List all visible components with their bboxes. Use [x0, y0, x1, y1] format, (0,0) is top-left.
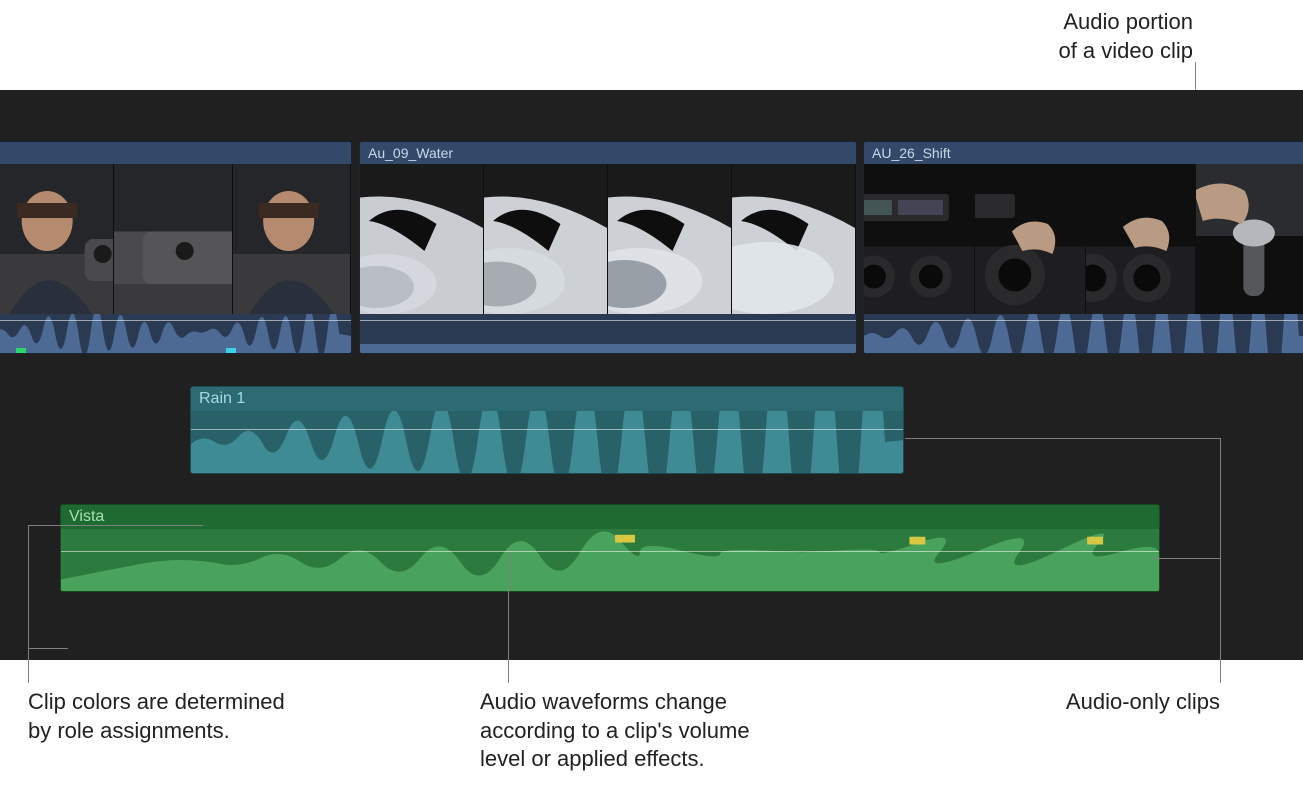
thumbnail	[608, 164, 732, 314]
clip-audio-waveform[interactable]	[61, 529, 1159, 591]
audio-marker[interactable]	[16, 348, 26, 354]
callout-text: Audio portion	[1063, 9, 1193, 34]
thumbnail	[114, 164, 232, 314]
clip-label	[0, 142, 351, 164]
clip-audio-waveform[interactable]	[0, 314, 351, 354]
callout-text: Clip colors are determined	[28, 689, 285, 714]
audio-marker[interactable]	[226, 348, 236, 354]
video-clip[interactable]	[0, 141, 352, 354]
video-thumbnails	[360, 164, 856, 314]
volume-level-line[interactable]	[0, 320, 351, 321]
clip-audio-waveform[interactable]	[360, 314, 856, 354]
thumbnail	[1196, 164, 1303, 314]
clip-audio-waveform[interactable]	[191, 411, 903, 473]
leader-line	[1220, 438, 1221, 683]
clip-audio-waveform[interactable]	[864, 314, 1303, 354]
thumbnail	[975, 164, 1086, 314]
volume-level-line[interactable]	[864, 320, 1303, 321]
clip-label: Rain 1	[191, 387, 903, 411]
callout-audio-only: Audio-only clips	[1066, 688, 1220, 717]
callout-text: Audio-only clips	[1066, 689, 1220, 714]
thumbnail	[1086, 164, 1197, 314]
primary-storyline: Au_09_Water	[0, 141, 1303, 355]
clip-label: Au_09_Water	[360, 142, 856, 164]
timeline-panel: Au_09_Water	[0, 90, 1303, 660]
video-thumbnails	[864, 164, 1303, 314]
audio-clip-rain[interactable]: Rain 1	[190, 386, 904, 474]
callout-text: Audio waveforms change	[480, 689, 727, 714]
thumbnail	[864, 164, 975, 314]
video-thumbnails	[0, 164, 351, 314]
leader-line	[28, 525, 203, 526]
volume-level-line[interactable]	[360, 320, 856, 321]
callout-audio-portion: Audio portion of a video clip	[1058, 8, 1193, 65]
callout-text: by role assignments.	[28, 718, 230, 743]
leader-line	[508, 548, 509, 683]
thumbnail	[484, 164, 608, 314]
leader-line	[28, 648, 68, 649]
volume-level-line[interactable]	[61, 551, 1159, 552]
leader-line	[905, 438, 1220, 439]
callout-text: according to a clip's volume	[480, 718, 750, 743]
thumbnail	[360, 164, 484, 314]
volume-level-line[interactable]	[191, 429, 903, 430]
callout-text: level or applied effects.	[480, 746, 705, 771]
clip-label: Vista	[61, 505, 1159, 529]
audio-clip-vista[interactable]: Vista	[60, 504, 1160, 592]
leader-line	[1153, 558, 1220, 559]
video-clip[interactable]: Au_09_Water	[359, 141, 857, 354]
callout-text: of a video clip	[1058, 38, 1193, 63]
clip-label: AU_26_Shift	[864, 142, 1303, 164]
callout-clip-colors: Clip colors are determined by role assig…	[28, 688, 285, 745]
leader-line	[28, 525, 29, 683]
thumbnail	[732, 164, 856, 314]
thumbnail	[0, 164, 114, 314]
video-clip[interactable]: AU_26_Shift	[863, 141, 1303, 354]
callout-waveforms: Audio waveforms change according to a cl…	[480, 688, 750, 774]
thumbnail	[233, 164, 351, 314]
